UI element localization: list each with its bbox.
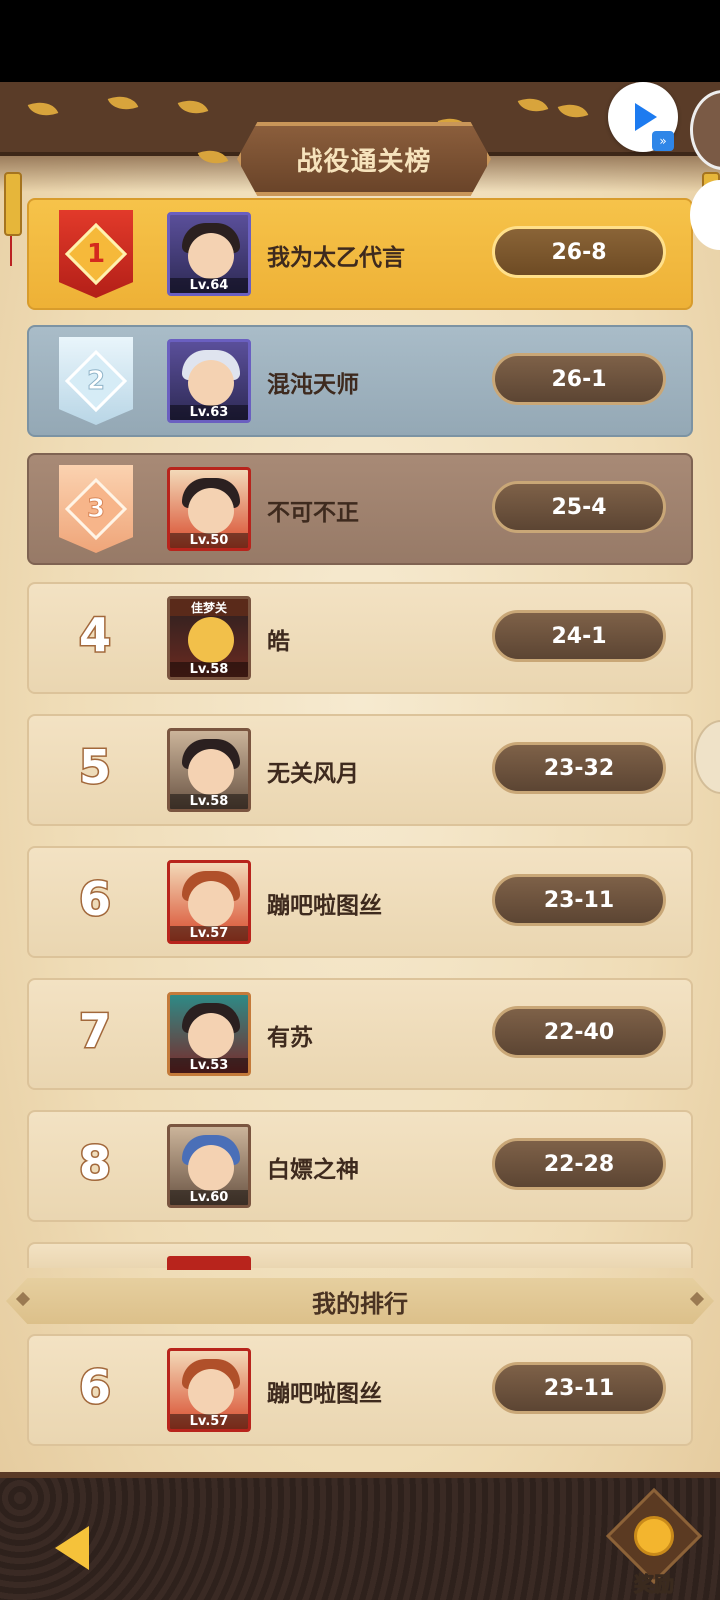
title-plate: 战役通关榜	[237, 122, 491, 196]
player-name: 皓	[267, 629, 290, 655]
avatar[interactable]: Lv.57	[167, 1348, 251, 1432]
my-rank-label: 我的排行	[312, 1289, 408, 1318]
rank-number: 5	[77, 739, 112, 796]
rank-number: 4	[77, 607, 112, 664]
player-name: 我为太乙代言	[267, 245, 405, 271]
level-label: Lv.63	[170, 405, 248, 420]
rank-number: 7	[77, 1003, 112, 1060]
rank-number: 2	[86, 365, 106, 396]
stage-progress: 26-8	[492, 226, 666, 278]
level-label: Lv.64	[170, 278, 248, 293]
leaderboard-row[interactable]: 5 Lv.58 无关风月 23-32	[27, 714, 693, 826]
rank-banner-2: 2	[59, 337, 133, 425]
stage-progress: 26-1	[492, 353, 666, 405]
leaderboard-row[interactable]: 2 Lv.63 混沌天师 26-1	[27, 325, 693, 437]
stage-progress: 22-28	[492, 1138, 666, 1190]
level-label: Lv.50	[170, 533, 248, 548]
stage-progress: 22-40	[492, 1006, 666, 1058]
leaderboard-row[interactable]: 3 Lv.50 不可不正 25-4	[27, 453, 693, 565]
stage-progress: 23-32	[492, 742, 666, 794]
level-label: Lv.60	[170, 1190, 248, 1205]
avatar[interactable]: Lv.58	[167, 728, 251, 812]
level-label: Lv.57	[170, 1414, 248, 1429]
reward-button[interactable]: 奖励	[605, 1487, 703, 1597]
player-name: 蹦吧啦图丝	[267, 893, 382, 919]
leaderboard-screen: 战役通关榜 1 Lv.64 我为太乙代言 26-8 2 Lv.63 混沌天师 2…	[0, 82, 720, 1600]
bottom-bar: 奖励	[0, 1472, 720, 1600]
player-name: 蹦吧啦图丝	[267, 1381, 382, 1407]
player-name: 混沌天师	[267, 372, 359, 398]
player-name: 白嫖之神	[267, 1157, 359, 1183]
player-name: 有苏	[267, 1025, 313, 1051]
lantern-tassel	[10, 236, 12, 266]
level-label: Lv.58	[170, 794, 248, 809]
stage-progress: 24-1	[492, 610, 666, 662]
diamond-ornament	[689, 1291, 705, 1307]
avatar[interactable]: Lv.57	[167, 860, 251, 944]
avatar[interactable]: 佳梦关 Lv.58	[167, 596, 251, 680]
rank-number: 3	[86, 493, 106, 524]
avatar	[167, 1256, 251, 1270]
rank-number: 6	[77, 871, 112, 928]
avatar[interactable]: Lv.53	[167, 992, 251, 1076]
level-label: Lv.53	[170, 1058, 248, 1073]
leaderboard-row[interactable]: 4 佳梦关 Lv.58 皓 24-1	[27, 582, 693, 694]
fast-forward-icon: »	[652, 131, 674, 151]
avatar-tag: 佳梦关	[170, 599, 248, 616]
page-title: 战役通关榜	[296, 146, 432, 177]
leaderboard-row[interactable]: 1 Lv.64 我为太乙代言 26-8	[27, 198, 693, 310]
level-label: Lv.58	[170, 662, 248, 677]
avatar[interactable]: Lv.60	[167, 1124, 251, 1208]
stage-progress: 23-11	[492, 1362, 666, 1414]
leaderboard-row[interactable]: 8 Lv.60 白嫖之神 22-28	[27, 1110, 693, 1222]
player-name: 无关风月	[267, 761, 359, 787]
leaderboard-row[interactable]: 6 Lv.57 蹦吧啦图丝 23-11	[27, 846, 693, 958]
leaderboard-row-partial[interactable]	[27, 1242, 693, 1270]
lantern-left	[4, 172, 22, 236]
avatar[interactable]: Lv.50	[167, 467, 251, 551]
play-icon	[635, 103, 657, 131]
stage-progress: 25-4	[492, 481, 666, 533]
my-rank-row[interactable]: 6 Lv.57 蹦吧啦图丝 23-11	[27, 1334, 693, 1446]
avatar[interactable]: Lv.63	[167, 339, 251, 423]
rank-banner-1: 1	[59, 210, 133, 298]
rank-number: 8	[77, 1135, 112, 1192]
rank-number: 6	[77, 1359, 112, 1416]
rank-banner-3: 3	[59, 465, 133, 553]
rank-number: 1	[86, 239, 106, 269]
avatar[interactable]: Lv.64	[167, 212, 251, 296]
stage-progress: 23-11	[492, 874, 666, 926]
level-label: Lv.57	[170, 926, 248, 941]
diamond-ornament	[15, 1291, 31, 1307]
back-arrow-icon	[55, 1526, 89, 1570]
coin-face-icon	[634, 1516, 674, 1556]
player-name: 不可不正	[267, 500, 359, 526]
reward-label: 奖励	[634, 1572, 675, 1597]
my-rank-header: 我的排行	[6, 1278, 714, 1324]
back-button[interactable]	[40, 1518, 104, 1578]
leaderboard-row[interactable]: 7 Lv.53 有苏 22-40	[27, 978, 693, 1090]
